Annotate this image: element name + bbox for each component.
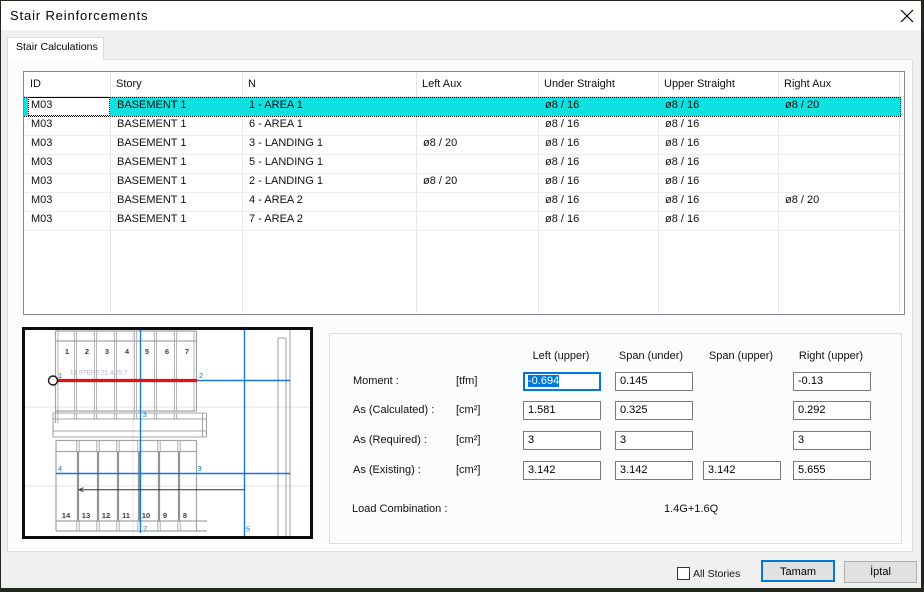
svg-text:13: 13 — [82, 511, 90, 520]
svg-text:5: 5 — [246, 525, 250, 534]
svg-text:4: 4 — [125, 347, 130, 356]
svg-text:5: 5 — [145, 347, 150, 356]
svg-text:1: 1 — [58, 371, 62, 380]
svg-text:8: 8 — [183, 511, 187, 520]
svg-text:2: 2 — [85, 347, 89, 356]
svg-text:3: 3 — [198, 464, 202, 473]
svg-text:9: 9 — [163, 511, 167, 520]
svg-text:2: 2 — [199, 371, 203, 380]
svg-text:14: 14 — [62, 511, 71, 520]
svg-text:3: 3 — [105, 347, 109, 356]
svg-text:10: 10 — [142, 511, 150, 520]
svg-text:6: 6 — [165, 347, 169, 356]
svg-text:7: 7 — [143, 525, 147, 534]
svg-text:3: 3 — [143, 410, 147, 419]
svg-text:14 STEPS 21.4/25.7: 14 STEPS 21.4/25.7 — [70, 370, 128, 377]
svg-text:12: 12 — [102, 511, 110, 520]
svg-text:11: 11 — [122, 511, 131, 520]
svg-text:4: 4 — [58, 464, 62, 473]
svg-text:7: 7 — [185, 347, 189, 356]
svg-text:1: 1 — [65, 347, 70, 356]
